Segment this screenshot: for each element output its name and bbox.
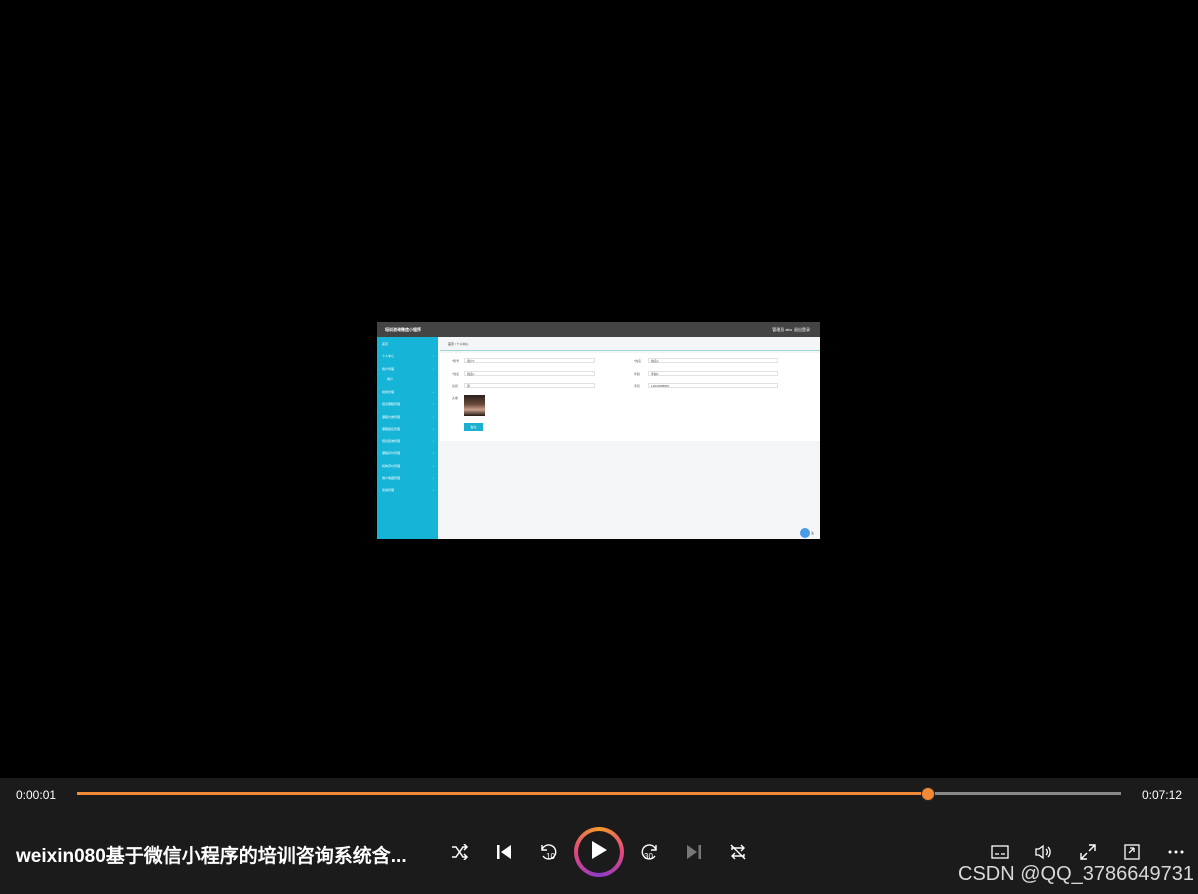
frame-logout-label: 退出登录 [794, 327, 810, 332]
volume-icon [1035, 844, 1053, 860]
frame-sidebar: 首页 个人中心 › 用户管理 › 用户 机构管理 › 培训课程管理 › 课程分类… [377, 337, 438, 539]
seek-thumb[interactable] [920, 787, 935, 801]
frame-sidebar-item: 首页 [382, 342, 389, 346]
skip-next-icon [686, 844, 702, 860]
frame-field-label: 年龄 [634, 372, 641, 376]
frame-sidebar-item: 培训咨询管理 [382, 439, 401, 443]
frame-sidebar-item: 用户管理 [382, 367, 395, 371]
frame-sidebar-item: 课程分类管理 [382, 415, 401, 419]
svg-text:10: 10 [546, 852, 555, 861]
frame-sidebar-item: 系统管理 [382, 488, 395, 492]
frame-field-label: *姓名 [634, 359, 642, 363]
frame-field-input: 用户1 [464, 358, 595, 363]
frame-avatar-label: 头像 [452, 396, 459, 400]
frame-field-input: 年龄1 [648, 371, 778, 376]
frame-sidebar-arrow: › [433, 415, 434, 419]
duration: 0:07:12 [1141, 788, 1182, 802]
play-button[interactable] [574, 827, 624, 877]
frame-avatar [464, 395, 485, 416]
frame-sidebar-arrow: › [433, 439, 434, 443]
frame-sidebar-item: 机构评价管理 [382, 464, 401, 468]
player-controls: 0:00:01 0:07:12 weixin080基于微信小程序的培训咨询系统含… [0, 778, 1198, 894]
frame-field-label: 性别 [452, 384, 459, 388]
more-icon [1168, 850, 1184, 854]
frame-sidebar-arrow: › [433, 390, 434, 394]
watermark: CSDN @QQ_3786649731 [958, 863, 1194, 885]
frame-field-label: 手机 [634, 384, 641, 388]
frame-sidebar-item: 机构管理 [382, 390, 395, 394]
frame-bubble-text: 注 [811, 531, 815, 535]
mini-player-icon [1124, 844, 1140, 860]
rewind-10-button[interactable]: 10 [534, 838, 562, 866]
seek-bar-fill [77, 792, 928, 795]
next-button[interactable] [680, 838, 708, 866]
repeat-off-button[interactable] [724, 838, 752, 866]
frame-sidebar-item: 用户收藏管理 [382, 476, 401, 480]
current-time: 0:00:01 [16, 788, 57, 802]
svg-text:30: 30 [644, 852, 653, 861]
video-frame[interactable]: 培训咨询微信小程序 管理员 abo 退出登录 首页 个人中心 › 用户管理 › … [377, 322, 820, 539]
shuffle-icon [451, 844, 469, 860]
forward-30-button[interactable]: 30 [636, 838, 664, 866]
previous-button[interactable] [490, 838, 518, 866]
play-button-face [578, 831, 620, 873]
captions-icon [991, 845, 1009, 859]
seek-bar[interactable] [77, 787, 1121, 801]
video-title: weixin080基于微信小程序的培训咨询系统含... [16, 846, 407, 867]
frame-field-input: 姓名1 [464, 371, 595, 376]
frame-sidebar-arrow: › [433, 354, 434, 358]
rewind-10-icon: 10 [538, 842, 558, 862]
frame-sidebar-item: 培训课程管理 [382, 402, 401, 406]
fullscreen-icon [1080, 844, 1096, 860]
frame-app-title: 培训咨询微信小程序 [385, 327, 421, 332]
frame-main: 首页 / 个人中心 *账号 用户1 *姓名 姓名1 *姓名 姓名1 年龄 年龄1… [440, 337, 820, 539]
fullscreen-button[interactable] [1074, 838, 1102, 866]
frame-field-label: *账号 [452, 359, 460, 363]
frame-sidebar-arrow: › [433, 488, 434, 492]
captions-button[interactable] [986, 838, 1014, 866]
frame-field-input: 姓名1 [648, 358, 778, 363]
frame-sidebar-arrow: › [433, 464, 434, 468]
skip-previous-icon [496, 844, 512, 860]
frame-sidebar-arrow: › [433, 427, 434, 431]
frame-sidebar-item: 课程报名管理 [382, 427, 401, 431]
frame-save-button: 提交 [464, 423, 483, 431]
frame-sidebar-item: 个人中心 [382, 354, 395, 358]
frame-sidebar-arrow: › [433, 476, 434, 480]
frame-divider [440, 350, 820, 351]
frame-sidebar-arrow: › [433, 402, 434, 406]
frame-field-input: 13823888881 [648, 383, 778, 388]
more-options-button[interactable] [1162, 838, 1190, 866]
mini-player-button[interactable] [1118, 838, 1146, 866]
frame-sidebar-item: 课程评价管理 [382, 451, 401, 455]
play-icon [590, 840, 608, 865]
frame-form: *账号 用户1 *姓名 姓名1 *姓名 姓名1 年龄 年龄1 性别 男 手机 1… [440, 353, 820, 441]
frame-admin-label: 管理员 abo [772, 327, 792, 332]
frame-field-input: 男 [464, 383, 595, 388]
volume-button[interactable] [1030, 838, 1058, 866]
shuffle-button[interactable] [446, 838, 474, 866]
frame-sidebar-item: 用户 [387, 377, 394, 381]
frame-header: 培训咨询微信小程序 管理员 abo 退出登录 [377, 322, 820, 337]
frame-breadcrumb: 首页 / 个人中心 [448, 342, 469, 346]
frame-sidebar-arrow: › [433, 367, 434, 371]
frame-field-label: *姓名 [452, 372, 460, 376]
forward-30-icon: 30 [640, 842, 660, 862]
frame-sidebar-arrow: › [433, 451, 434, 455]
repeat-off-icon [729, 843, 747, 861]
frame-chat-bubble [800, 528, 810, 538]
